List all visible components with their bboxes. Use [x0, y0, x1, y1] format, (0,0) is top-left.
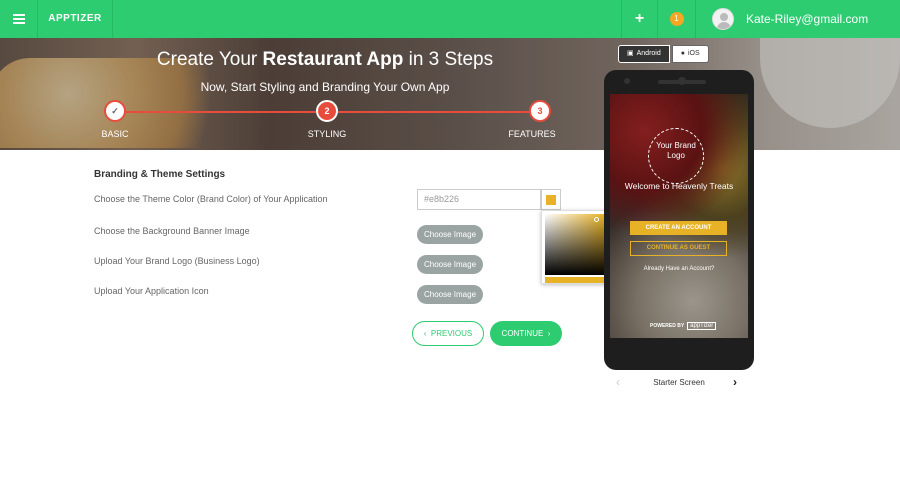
brand-logo-label: Upload Your Brand Logo (Business Logo)	[94, 256, 260, 266]
avatar	[712, 8, 734, 30]
step-3-label: FEATURES	[508, 129, 556, 139]
android-icon: ▣	[627, 50, 634, 57]
create-account-button[interactable]: CREATE AN ACCOUNT	[630, 221, 727, 235]
banner-image-label: Choose the Background Banner Image	[94, 226, 250, 236]
app-icon-label: Upload Your Application Icon	[94, 286, 209, 296]
powered-by: POWERED BY appTizer	[650, 322, 717, 330]
brand-logo-placeholder: Your Brand Logo	[648, 128, 704, 184]
user-email: Kate-Riley@gmail.com	[746, 12, 869, 26]
notification-count-badge: 1	[669, 12, 684, 26]
color-swatch-icon	[546, 194, 556, 205]
login-link[interactable]: Already Have an Account?	[610, 266, 748, 272]
user-menu[interactable]: Kate-Riley@gmail.com	[712, 8, 868, 30]
plus-icon: +	[634, 10, 645, 27]
color-picker-toggle[interactable]	[541, 189, 561, 210]
continue-button[interactable]: CONTINUE ›	[490, 321, 562, 346]
check-icon: ✓	[111, 106, 119, 116]
chevron-left-icon: ‹	[423, 329, 427, 338]
step-2-indicator[interactable]: 2	[316, 100, 338, 122]
hamburger-icon	[12, 14, 25, 24]
page-subtitle: Now, Start Styling and Branding Your Own…	[200, 80, 450, 94]
brand-logo[interactable]: APPTIZER	[38, 0, 113, 38]
continue-as-guest-button[interactable]: CONTINUE AS GUEST	[630, 241, 727, 256]
choose-logo-image-button[interactable]: Choose Image	[417, 255, 483, 274]
step-3-indicator[interactable]: 3	[529, 100, 551, 122]
android-tab[interactable]: ▣ Android	[618, 45, 670, 63]
step-1-indicator[interactable]: ✓	[104, 100, 126, 122]
choose-icon-image-button[interactable]: Choose Image	[417, 285, 483, 304]
previous-button[interactable]: ‹ PREVIOUS	[412, 321, 484, 346]
saturation-value-area[interactable]	[545, 214, 605, 275]
page-title: Create Your Restaurant App in 3 Steps	[156, 49, 494, 70]
ios-tab[interactable]: ● iOS	[671, 45, 709, 63]
choose-banner-image-button[interactable]: Choose Image	[417, 225, 483, 244]
section-title: Branding & Theme Settings	[94, 169, 226, 180]
hero-banner: Create Your Restaurant App in 3 Steps No…	[0, 38, 900, 150]
chevron-right-icon: ›	[547, 329, 551, 338]
phone-screen: Your Brand Logo Welcome to Heavenly Trea…	[610, 94, 748, 338]
next-screen-button[interactable]: ›	[733, 375, 737, 389]
theme-color-label: Choose the Theme Color (Brand Color) of …	[94, 194, 328, 204]
phone-preview: Your Brand Logo Welcome to Heavenly Trea…	[604, 70, 754, 370]
screen-name: Starter Screen	[653, 378, 705, 387]
notifications-button[interactable]: 1	[658, 0, 696, 38]
step-2-label: STYLING	[307, 129, 347, 139]
top-navbar: APPTIZER + 1 Kate-Riley@gmail.com	[0, 0, 900, 38]
theme-color-input[interactable]: #e8b226	[417, 189, 541, 210]
add-button[interactable]: +	[621, 0, 658, 38]
platform-toggle: ▣ Android ● iOS	[618, 45, 709, 63]
hamburger-menu-button[interactable]	[0, 0, 38, 38]
chevron-right-icon: ›	[733, 375, 737, 389]
welcome-text: Welcome to Heavenly Treats	[624, 181, 734, 191]
apple-icon: ●	[680, 50, 685, 57]
step-1-label: BASIC	[101, 129, 129, 139]
